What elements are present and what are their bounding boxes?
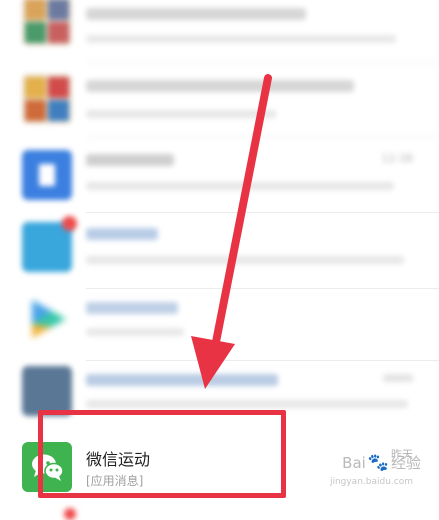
highlight-box [38,410,286,498]
paw-icon: 🐾 [367,453,389,473]
baidu-watermark: Bai 🐾 经验 jingyan.baidu.com [330,453,421,488]
chat-title-blurred [86,228,158,240]
chat-preview-blurred [86,110,276,118]
watermark-brand-left: Bai [342,454,366,472]
chat-title-blurred [86,374,278,386]
chat-time-blurred [383,374,413,382]
chat-title-blurred [86,154,174,166]
chat-preview-blurred [86,256,404,264]
unread-badge [64,508,76,520]
video-play-icon [22,294,72,344]
group-avatar [22,74,72,124]
chat-avatar [22,366,72,416]
row-divider [86,62,439,63]
chat-preview-blurred [86,328,184,336]
watermark-url: jingyan.baidu.com [329,477,413,487]
chat-row-partial[interactable] [0,504,439,520]
chat-title-blurred [86,302,178,314]
group-avatar [22,0,72,46]
row-divider [86,288,439,289]
chat-row[interactable]: 12:38 [0,138,439,213]
chat-time: 12:38 [381,152,413,165]
watermark-brand-right: 经验 [390,454,421,472]
chat-title-blurred [86,8,306,20]
chat-preview-blurred [86,35,396,43]
chat-row[interactable] [0,290,439,361]
chat-preview-blurred [86,182,394,190]
chat-row[interactable] [0,0,439,63]
chat-preview-blurred [86,400,408,408]
chat-title-blurred [86,80,354,92]
chat-row[interactable] [0,214,439,289]
row-divider [86,136,439,137]
subscription-account-icon [22,150,72,200]
row-divider [86,212,439,213]
chat-row[interactable] [0,64,439,137]
unread-badge [62,216,77,231]
